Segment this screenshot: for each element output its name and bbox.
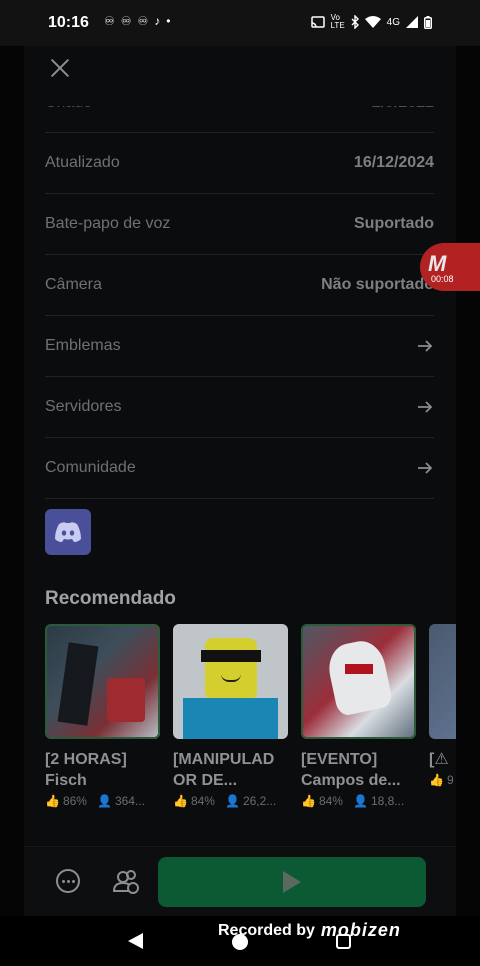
detail-label: Comunidade [45,459,136,476]
network-type: 4G [386,16,400,28]
thumbs-up-icon: 👍 [173,794,188,808]
watermark-prefix: Recorded by [218,921,315,939]
thumbs-up-icon: 👍 [429,773,444,787]
notification-icon: ♾ [137,14,149,28]
dot [71,879,75,883]
detail-label: Servidores [45,398,122,415]
player-count: 👤 18,8... [353,794,404,808]
play-icon [283,871,301,893]
notification-icons: ♾ ♾ ♾ ♪ • [104,14,171,28]
game-title: [⚠ [429,751,449,768]
game-stats: 👍 86% 👤 364... [45,794,160,808]
recording-watermark: Recorded by mobizen [218,920,401,941]
like-ratio: 👍 84% [173,794,215,808]
game-thumbnail [301,624,416,739]
arrow-right-icon [418,340,433,352]
player-count-value: 364... [114,794,145,808]
detail-value: Suportado [354,215,434,232]
players-icon: 👤 [352,794,368,808]
close-button[interactable] [50,58,70,78]
discord-link-button[interactable] [45,509,91,555]
players-icon: 👤 [96,794,112,808]
wifi-icon [364,16,381,28]
player-count-value: 18,8... [370,794,405,808]
status-time: 10:16 [48,14,89,31]
screen-recorder-bubble[interactable]: M 00:08 [420,243,480,291]
detail-row-community[interactable]: Comunidade [45,437,434,498]
screen-edge [456,46,480,916]
game-card[interactable]: [⚠ 👍 9 [429,624,456,808]
game-thumbnail [45,624,160,739]
discord-icon [55,522,81,542]
detail-label: Bate-papo de voz [45,215,171,232]
detail-row-badges[interactable]: Emblemas [45,315,434,376]
status-bar: 10:16 ♾ ♾ ♾ ♪ • Vo LTE 4G [0,0,480,46]
details-list: Criado 2/9/2022 Atualizado 16/12/2024 Ba… [45,94,434,499]
play-with-friends-button[interactable] [112,867,140,895]
like-ratio: 👍 86% [45,794,87,808]
arrow-right-icon [418,462,433,474]
game-details-screen: Criado 2/9/2022 Atualizado 16/12/2024 Ba… [24,46,456,916]
cast-icon [310,16,325,28]
game-title: [EVENTO] Campos de... [301,751,401,789]
more-options-button[interactable] [56,869,80,893]
detail-row-updated: Atualizado 16/12/2024 [45,132,434,193]
action-bar [24,846,456,916]
back-button[interactable] [128,933,143,949]
recording-timer: 00:08 [431,274,454,284]
game-thumbnail [429,624,456,739]
screen-edge [0,46,24,916]
detail-label: Atualizado [45,154,120,171]
game-title: [MANIPULAD OR DE... [173,751,275,789]
watermark-brand: mobizen [320,920,401,940]
game-card[interactable]: [2 HORAS] Fisch 👍 86% 👤 364... [45,624,160,808]
game-card[interactable]: [EVENTO] Campos de... 👍 84% 👤 18,8... [301,624,416,808]
recommended-carousel: [2 HORAS] Fisch 👍 86% 👤 364... [MANIPULAD … [45,624,456,808]
notification-icon: ♾ [104,14,115,28]
thumbs-up-icon: 👍 [301,794,316,808]
recommended-heading: Recomendado [45,588,176,609]
detail-label: Câmera [45,276,102,293]
game-thumbnail [173,624,288,739]
like-ratio: 👍 9 [429,773,454,787]
top-bar [24,46,456,106]
bluetooth-icon [351,15,359,29]
player-count: 👤 364... [97,794,145,808]
game-stats: 👍 84% 👤 18,8... [301,794,416,808]
like-ratio-value: 84% [190,794,215,808]
detail-row-voice-chat: Bate-papo de voz Suportado [45,193,434,254]
game-title: [2 HORAS] Fisch [45,751,127,789]
dot [61,879,65,883]
like-ratio-value: 84% [318,794,343,808]
game-card[interactable]: [MANIPULAD OR DE... 👍 84% 👤 26,2... [173,624,288,808]
divider [45,498,434,499]
detail-row-created: Criado 2/9/2022 [45,94,434,132]
volte-icon: Vo LTE [330,13,345,30]
notification-icon: ♾ [120,14,132,28]
detail-row-servers[interactable]: Servidores [45,376,434,437]
tiktok-icon: ♪ [154,14,161,28]
detail-value: 16/12/2024 [353,154,434,171]
detail-row-camera: Câmera Não suportado [45,254,434,315]
detail-label: Emblemas [45,337,121,354]
player-count-value: 26,2... [242,794,277,808]
player-count: 👤 26,2... [225,794,276,808]
signal-icon [406,16,418,28]
dot [66,879,70,883]
like-ratio-value: 9 [446,773,454,787]
play-button[interactable] [158,857,426,907]
like-ratio-value: 86% [62,794,87,808]
more-notifications-dot: • [166,14,171,28]
game-stats: 👍 84% 👤 26,2... [173,794,288,808]
game-stats: 👍 9 [429,773,456,787]
players-icon: 👤 [224,794,240,808]
arrow-right-icon [418,401,433,413]
thumbs-up-icon: 👍 [45,794,60,808]
like-ratio: 👍 84% [301,794,343,808]
battery-icon [424,15,432,29]
system-icons: Vo LTE 4G [310,13,432,30]
detail-value: Não suportado [321,276,434,293]
